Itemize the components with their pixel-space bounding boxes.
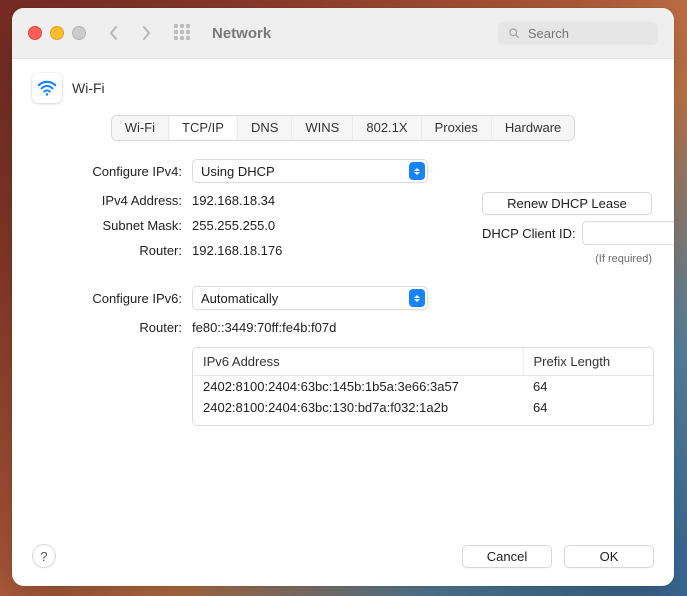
ipv6-address-table: IPv6 Address Prefix Length 2402:8100:240…	[192, 347, 654, 426]
search-input[interactable]	[526, 25, 648, 42]
content-area: Wi-FiTCP/IPDNSWINS802.1XProxiesHardware …	[12, 109, 674, 530]
table-row[interactable]: 2402:8100:2404:63bc:130:bd7a:f032:1a2b64	[193, 397, 653, 425]
renew-dhcp-lease-button[interactable]: Renew DHCP Lease	[482, 192, 652, 215]
ipv6-router-label: Router:	[32, 320, 182, 335]
minimize-window-button[interactable]	[50, 26, 64, 40]
ipv6-address-cell: 2402:8100:2404:63bc:145b:1b5a:3e66:3a57	[193, 376, 523, 398]
configure-ipv4-popup[interactable]: Using DHCP	[192, 159, 428, 183]
configure-ipv6-value: Automatically	[201, 291, 278, 306]
dhcp-side-panel: Renew DHCP Lease DHCP Client ID: (If req…	[482, 192, 652, 265]
ipv6-router-value: fe80::3449:70ff:fe4b:f07d	[192, 320, 654, 335]
ipv4-router-label: Router:	[32, 243, 182, 258]
wifi-app-icon	[32, 73, 62, 103]
configure-ipv6-popup[interactable]: Automatically	[192, 286, 428, 310]
show-all-button[interactable]	[174, 24, 192, 42]
subnet-mask-label: Subnet Mask:	[32, 218, 182, 233]
chevron-left-icon	[109, 25, 119, 41]
updown-arrows-icon	[409, 289, 425, 307]
search-field-wrap[interactable]	[498, 22, 658, 45]
footer: ? Cancel OK	[12, 530, 674, 586]
sheet-header: Wi-Fi	[12, 59, 674, 109]
configure-ipv4-value: Using DHCP	[201, 164, 275, 179]
updown-arrows-icon	[409, 162, 425, 180]
tcpip-grid: Configure IPv4: Using DHCP IPv4 Address:…	[32, 159, 654, 335]
tab-tcp-ip[interactable]: TCP/IP	[169, 116, 238, 140]
wifi-icon	[36, 77, 58, 99]
dhcp-client-id-label: DHCP Client ID:	[482, 226, 576, 241]
chevron-right-icon	[141, 25, 151, 41]
dhcp-client-id-note: (If required)	[482, 253, 652, 265]
tab-hardware[interactable]: Hardware	[492, 116, 574, 140]
configure-ipv6-label: Configure IPv6:	[32, 291, 182, 306]
ok-button[interactable]: OK	[564, 545, 654, 568]
ipv6-address-cell: 2402:8100:2404:63bc:130:bd7a:f032:1a2b	[193, 397, 523, 425]
ipv4-address-label: IPv4 Address:	[32, 193, 182, 208]
help-button[interactable]: ?	[32, 544, 56, 568]
tab-proxies[interactable]: Proxies	[422, 116, 492, 140]
segmented-control: Wi-FiTCP/IPDNSWINS802.1XProxiesHardware	[111, 115, 576, 141]
search-icon	[508, 26, 520, 40]
table-row[interactable]: 2402:8100:2404:63bc:145b:1b5a:3e66:3a576…	[193, 376, 653, 398]
cancel-button[interactable]: Cancel	[462, 545, 552, 568]
tab-wi-fi[interactable]: Wi-Fi	[112, 116, 169, 140]
ipv6-table-header-address[interactable]: IPv6 Address	[193, 348, 523, 376]
dhcp-client-id-row: DHCP Client ID:	[482, 221, 652, 245]
tab-dns[interactable]: DNS	[238, 116, 292, 140]
tab-802-1x[interactable]: 802.1X	[353, 116, 421, 140]
ipv6-table-header-prefix[interactable]: Prefix Length	[523, 348, 653, 376]
tab-bar: Wi-FiTCP/IPDNSWINS802.1XProxiesHardware	[32, 115, 654, 141]
tab-wins[interactable]: WINS	[292, 116, 353, 140]
prefix-length-cell: 64	[523, 376, 653, 398]
close-window-button[interactable]	[28, 26, 42, 40]
forward-button[interactable]	[136, 21, 156, 45]
sheet-title: Wi-Fi	[72, 80, 105, 96]
zoom-window-button[interactable]	[72, 26, 86, 40]
prefix-length-cell: 64	[523, 397, 653, 425]
dhcp-client-id-input[interactable]	[582, 221, 674, 245]
configure-ipv4-label: Configure IPv4:	[32, 164, 182, 179]
window-title: Network	[212, 25, 271, 42]
preferences-window: Network Wi-Fi Wi-FiTCP/IPDNSWINS802.1XPr…	[12, 8, 674, 586]
window-controls	[28, 26, 86, 40]
toolbar: Network	[12, 8, 674, 59]
back-button[interactable]	[104, 21, 124, 45]
